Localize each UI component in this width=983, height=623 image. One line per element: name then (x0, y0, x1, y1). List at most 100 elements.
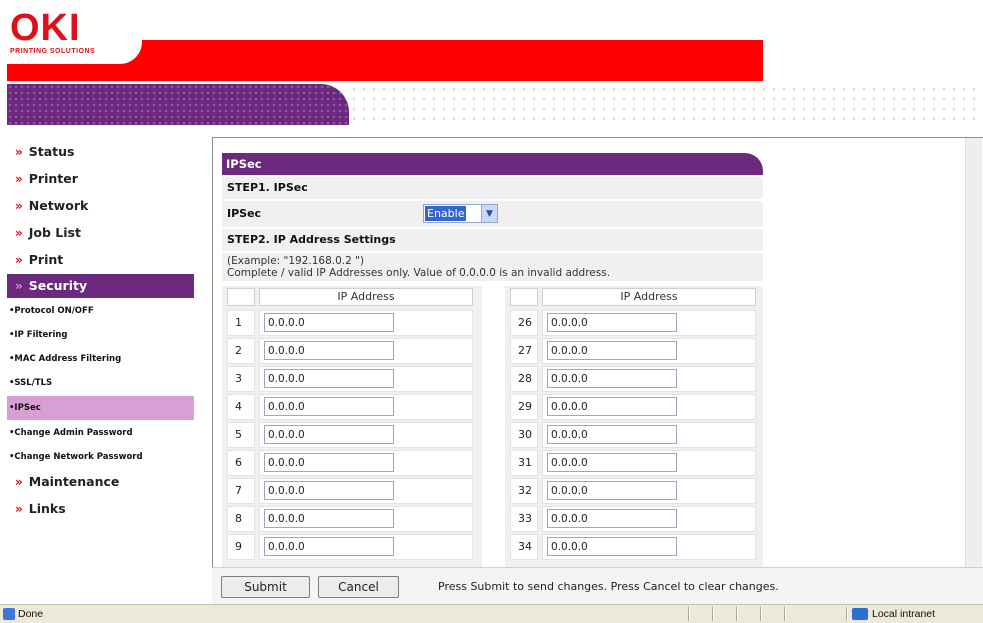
page-done-icon (3, 608, 15, 620)
table-row: 29 (505, 394, 756, 420)
sidebar-sub-ip-filtering[interactable]: •IP Filtering (7, 323, 194, 347)
submit-button[interactable]: Submit (221, 576, 310, 598)
table-row: 28 (505, 366, 756, 392)
status-text: Done (18, 608, 44, 620)
vertical-scrollbar[interactable] (965, 138, 982, 567)
row-number: 34 (510, 534, 538, 560)
ip-address-input[interactable] (264, 397, 394, 416)
sidebar-item-links[interactable]: » Links (7, 497, 194, 521)
ip-address-header: IP Address (542, 288, 756, 306)
header-dot-pattern (349, 84, 983, 125)
ip-address-input[interactable] (547, 369, 677, 388)
browser-status-bar: Done Local intranet (0, 604, 983, 623)
sidebar-item-print[interactable]: » Print (7, 248, 194, 272)
sidebar-sub-protocol[interactable]: •Protocol ON/OFF (7, 299, 194, 323)
sidebar-item-label: Status (28, 144, 75, 159)
table-row: 31 (505, 450, 756, 476)
ip-address-input[interactable] (547, 313, 677, 332)
sidebar-item-status[interactable]: » Status (7, 140, 194, 164)
sidebar-item-job-list[interactable]: » Job List (7, 221, 194, 245)
sidebar-item-printer[interactable]: » Printer (7, 167, 194, 191)
sidebar-item-label: Network (28, 198, 89, 213)
status-divider (712, 607, 714, 621)
ip-validity-note: Complete / valid IP Addresses only. Valu… (227, 267, 611, 279)
ip-address-input[interactable] (264, 425, 394, 444)
ip-address-input[interactable] (547, 453, 677, 472)
sidebar-sub-mac-filtering[interactable]: •MAC Address Filtering (7, 347, 194, 371)
table-row: 6 (222, 450, 473, 476)
row-number: 29 (510, 394, 538, 420)
row-number: 28 (510, 366, 538, 392)
ipsec-select-value: Enable (425, 206, 467, 221)
table-row: 26 (505, 310, 756, 336)
row-number: 5 (227, 422, 255, 448)
arrow-icon: » (15, 279, 23, 293)
ip-address-input[interactable] (264, 509, 394, 528)
sidebar-item-security[interactable]: » Security (7, 274, 194, 298)
sidebar-item-label: Links (28, 501, 66, 516)
section-title: IPSec (222, 153, 763, 175)
sidebar-sub-change-admin-password[interactable]: •Change Admin Password (7, 421, 194, 445)
ip-address-input[interactable] (264, 341, 394, 360)
ip-address-input[interactable] (547, 509, 677, 528)
row-number: 4 (227, 394, 255, 420)
intranet-zone-icon (852, 608, 868, 620)
status-divider (784, 607, 786, 621)
sidebar-item-label: Security (28, 278, 88, 293)
table-row: 1 (222, 310, 473, 336)
ip-example-note: (Example: "192.168.0.2 ") (227, 255, 365, 267)
table-row: 30 (505, 422, 756, 448)
row-number: 2 (227, 338, 255, 364)
row-number: 1 (227, 310, 255, 336)
arrow-icon: » (15, 199, 23, 213)
arrow-icon: » (15, 475, 23, 489)
ip-address-input[interactable] (547, 481, 677, 500)
sidebar-item-network[interactable]: » Network (7, 194, 194, 218)
status-divider (846, 607, 848, 621)
table-row: 32 (505, 478, 756, 504)
table-row: 33 (505, 506, 756, 532)
arrow-icon: » (15, 172, 23, 186)
logo-text: OKI (10, 7, 81, 49)
ipsec-select[interactable]: Enable ▼ (423, 204, 498, 223)
cancel-button[interactable]: Cancel (318, 576, 399, 598)
ip-address-input[interactable] (547, 537, 677, 556)
row-number: 3 (227, 366, 255, 392)
sidebar-item-label: Maintenance (28, 474, 120, 489)
ip-address-input[interactable] (264, 369, 394, 388)
ip-address-input[interactable] (264, 537, 394, 556)
scrollbar-thumb[interactable] (967, 144, 982, 561)
ip-table-header: IP Address (222, 288, 473, 306)
sidebar-item-maintenance[interactable]: » Maintenance (7, 470, 194, 494)
arrow-icon: » (15, 145, 23, 159)
ip-address-input[interactable] (547, 425, 677, 444)
chevron-down-icon[interactable]: ▼ (481, 205, 497, 222)
ip-address-input[interactable] (547, 397, 677, 416)
row-number: 33 (510, 506, 538, 532)
row-number: 7 (227, 478, 255, 504)
arrow-icon: » (15, 226, 23, 240)
ip-address-input[interactable] (547, 341, 677, 360)
table-row: 9 (222, 534, 473, 560)
step2-heading: STEP2. IP Address Settings (222, 229, 763, 251)
logo-subtitle: PRINTING SOLUTIONS (10, 48, 96, 55)
table-row: 5 (222, 422, 473, 448)
table-row: 3 (222, 366, 473, 392)
sidebar-sub-ssl-tls[interactable]: •SSL/TLS (7, 371, 194, 395)
ip-address-input[interactable] (264, 481, 394, 500)
status-divider (736, 607, 738, 621)
oki-logo: OKI PRINTING SOLUTIONS (10, 7, 140, 60)
ip-address-input[interactable] (264, 453, 394, 472)
sidebar-sub-change-network-password[interactable]: •Change Network Password (7, 445, 194, 469)
sidebar-sub-ipsec[interactable]: •IPSec (7, 396, 194, 420)
ipsec-label: IPSec (227, 207, 262, 220)
ip-address-input[interactable] (264, 313, 394, 332)
table-row: 27 (505, 338, 756, 364)
security-zone-text: Local intranet (872, 608, 936, 620)
table-row: 34 (505, 534, 756, 560)
sidebar-item-label: Printer (28, 171, 78, 186)
sidebar-nav: » Status » Printer » Network » Job List » Pri… (7, 138, 197, 600)
table-row: 4 (222, 394, 473, 420)
table-row: 8 (222, 506, 473, 532)
arrow-icon: » (15, 502, 23, 516)
